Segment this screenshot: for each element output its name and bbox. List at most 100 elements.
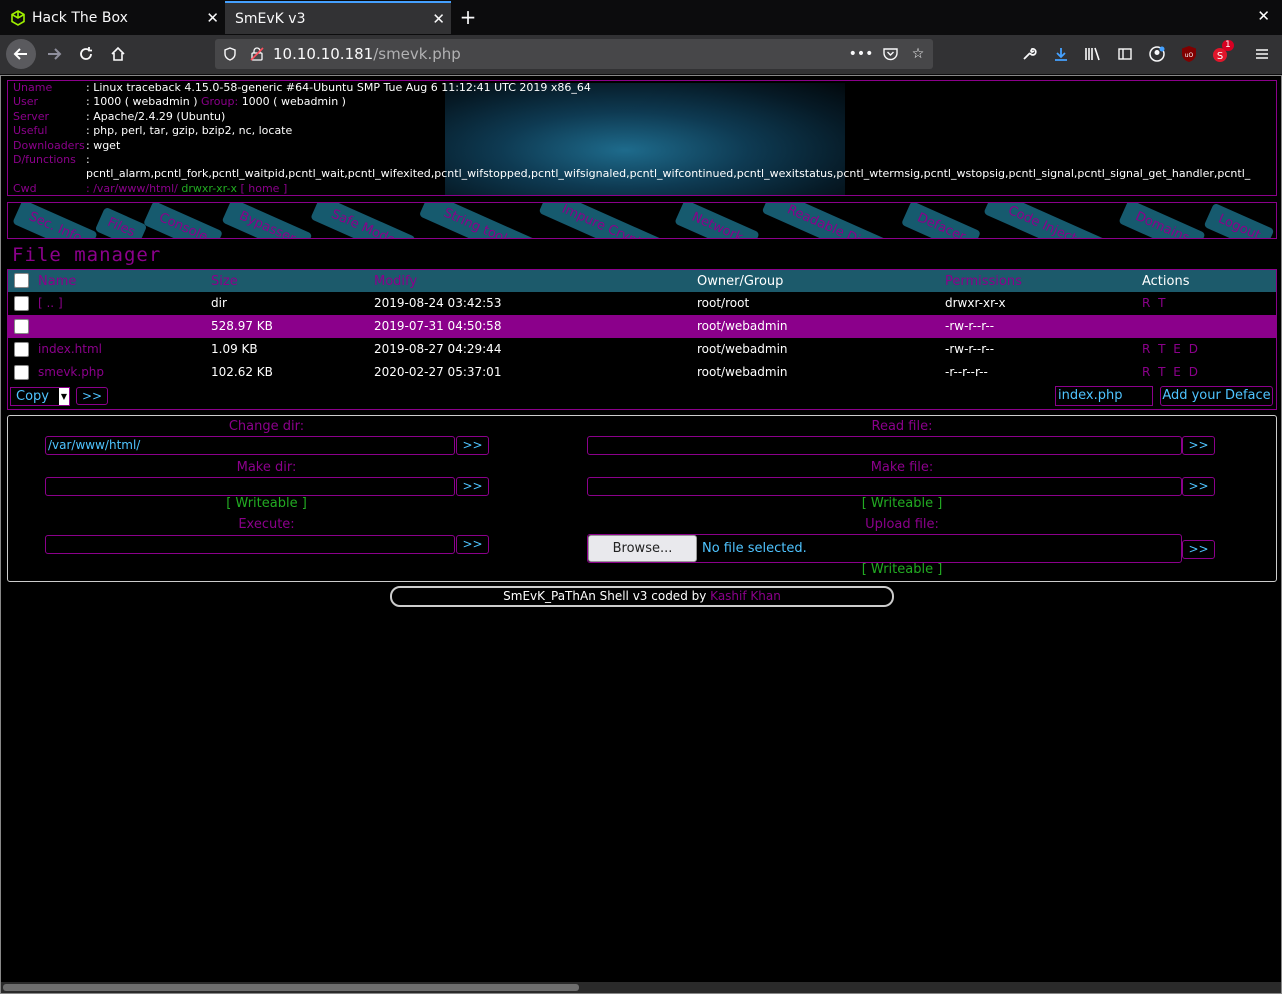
change-dir-input[interactable]: /var/www/html/ [45, 436, 455, 455]
forward-button[interactable] [41, 41, 67, 67]
download-icon[interactable] [1048, 41, 1074, 67]
file-name[interactable]: index.html [38, 338, 102, 361]
navigation-bar: 10.10.10.181/smevk.php ••• ☆ uO S 1 [0, 35, 1282, 75]
file-actions[interactable]: R T E D [1142, 338, 1200, 361]
file-actions[interactable]: R T E D [1142, 361, 1200, 384]
arrow-left-icon [13, 48, 27, 60]
file-name[interactable]: smevk.php [38, 361, 104, 384]
insecure-lock-icon[interactable] [247, 44, 267, 64]
browse-button[interactable]: Browse... [588, 535, 697, 562]
bulk-action-select[interactable]: Copy ▼ [10, 387, 70, 406]
tools-forms-panel: Change dir: /var/www/html/ >> Read file:… [7, 415, 1277, 582]
account-icon[interactable] [1144, 41, 1170, 67]
col-name[interactable]: Name [38, 270, 76, 293]
upload-go-button[interactable]: >> [1182, 540, 1215, 559]
file-table: Name Size Modify Owner/Group Permissions… [7, 269, 1277, 410]
htb-cube-icon [10, 9, 26, 26]
pocket-icon[interactable] [880, 44, 900, 64]
home-link[interactable]: [ home ] [240, 182, 287, 195]
upload-writeable-status: [ Writeable ] [861, 562, 943, 577]
bookmark-star-icon[interactable]: ☆ [908, 44, 928, 64]
window-close-button[interactable]: ✕ [1257, 7, 1270, 25]
menu-domains[interactable]: Domains [1118, 203, 1206, 238]
menu-console[interactable]: Console [142, 203, 224, 238]
file-perms: -rw-r--r-- [945, 342, 995, 356]
execute-input[interactable] [45, 535, 455, 554]
close-tab-icon[interactable]: ✕ [206, 9, 219, 27]
file-owner: root/webadmin [697, 342, 788, 356]
cwd-link[interactable]: : /var/www/html/ [86, 182, 178, 195]
home-button[interactable] [105, 41, 131, 67]
menu-safe-mode[interactable]: Safe Mode [310, 203, 416, 238]
make-file-input[interactable] [587, 477, 1182, 496]
add-deface-button[interactable]: Add your Deface [1160, 386, 1273, 406]
menu-bypasser[interactable]: Bypasser [221, 203, 313, 238]
wrench-icon[interactable] [1016, 41, 1042, 67]
file-modify: 2019-08-24 03:42:53 [374, 296, 502, 310]
row-checkbox[interactable] [14, 365, 29, 380]
select-all-checkbox[interactable] [14, 273, 29, 288]
page-actions-icon[interactable]: ••• [849, 44, 874, 64]
make-file-go-button[interactable]: >> [1182, 477, 1215, 496]
library-icon[interactable] [1080, 41, 1106, 67]
row-checkbox[interactable] [14, 319, 29, 334]
shield-icon[interactable] [220, 44, 240, 64]
file-modify: 2019-07-31 04:50:58 [374, 319, 502, 333]
execute-label: Execute: [238, 517, 295, 532]
main-menu: Sec. Info Files Console Bypasser Safe Mo… [7, 202, 1277, 239]
extension-icon[interactable]: S 1 [1208, 40, 1234, 67]
info-downloaders: Downloaders: wget [13, 138, 121, 152]
file-actions[interactable]: R T [1142, 292, 1167, 315]
row-checkbox[interactable] [14, 342, 29, 357]
url-bar[interactable]: 10.10.10.181/smevk.php ••• ☆ [215, 39, 933, 69]
new-tab-button[interactable]: + [456, 5, 480, 29]
author-link[interactable]: Kashif Khan [710, 589, 781, 603]
make-dir-go-button[interactable]: >> [456, 477, 489, 496]
info-server: Server: Apache/2.4.29 (Ubuntu) [13, 109, 226, 123]
tab-title: SmEvK v3 [235, 10, 306, 27]
menu-code-injector[interactable]: Code Injector [983, 203, 1113, 238]
info-uname: Uname: Linux traceback 4.15.0-58-generic… [13, 81, 591, 94]
horizontal-scrollbar[interactable] [1, 982, 1281, 993]
reload-button[interactable] [73, 41, 99, 67]
menu-network[interactable]: Network [674, 203, 760, 238]
no-file-selected-text: No file selected. [702, 541, 807, 556]
info-disabled-functions-list: pcntl_alarm,pcntl_fork,pcntl_waitpid,pcn… [86, 167, 1251, 181]
file-modify: 2019-08-27 04:29:44 [374, 342, 502, 356]
tab-bar: Hack The Box ✕ SmEvK v3 ✕ + ✕ [0, 0, 1282, 35]
change-dir-go-button[interactable]: >> [456, 436, 489, 455]
make-dir-input[interactable] [45, 477, 455, 496]
col-permissions[interactable]: Permissions [945, 270, 1022, 293]
menu-sec-info[interactable]: Sec. Info [12, 203, 98, 238]
upload-file-label: Upload file: [865, 517, 939, 532]
scrollbar-thumb[interactable] [3, 984, 579, 991]
tab-smevk[interactable]: SmEvK v3 ✕ [225, 1, 451, 34]
menu-defacer[interactable]: Defacer [900, 203, 982, 238]
back-button[interactable] [6, 39, 36, 69]
col-modify[interactable]: Modify [374, 270, 417, 293]
make-file-writeable-status: [ Writeable ] [861, 496, 943, 511]
deface-filename-input[interactable]: index.php [1055, 386, 1153, 406]
bulk-action-go-button[interactable]: >> [76, 387, 108, 405]
sidebar-icon[interactable] [1112, 41, 1138, 67]
tab-hack-the-box[interactable]: Hack The Box ✕ [0, 1, 225, 34]
menu-logout[interactable]: Logout [1203, 203, 1275, 238]
file-name[interactable]: [ .. ] [38, 292, 63, 315]
col-size[interactable]: Size [211, 270, 238, 293]
menu-string-tools[interactable]: String tools [418, 203, 538, 238]
hamburger-menu-icon[interactable] [1249, 41, 1275, 67]
ublock-icon[interactable]: uO [1176, 41, 1202, 67]
info-user: User: 1000 ( webadmin ) Group: 1000 ( we… [13, 95, 346, 109]
read-file-input[interactable] [587, 436, 1182, 455]
file-actions-bar: Copy ▼ >> index.php Add your Deface [8, 385, 1276, 409]
menu-files[interactable]: Files [94, 206, 148, 238]
execute-go-button[interactable]: >> [456, 535, 489, 554]
read-file-label: Read file: [871, 419, 933, 434]
make-dir-label: Make dir: [236, 460, 297, 475]
menu-readable-dirs[interactable]: Readable Dirs [761, 203, 897, 238]
read-file-go-button[interactable]: >> [1182, 436, 1215, 455]
col-actions: Actions [1142, 274, 1190, 289]
menu-impure-crypto[interactable]: Impure Crypto [538, 203, 672, 238]
close-tab-icon[interactable]: ✕ [432, 10, 445, 28]
row-checkbox[interactable] [14, 296, 29, 311]
